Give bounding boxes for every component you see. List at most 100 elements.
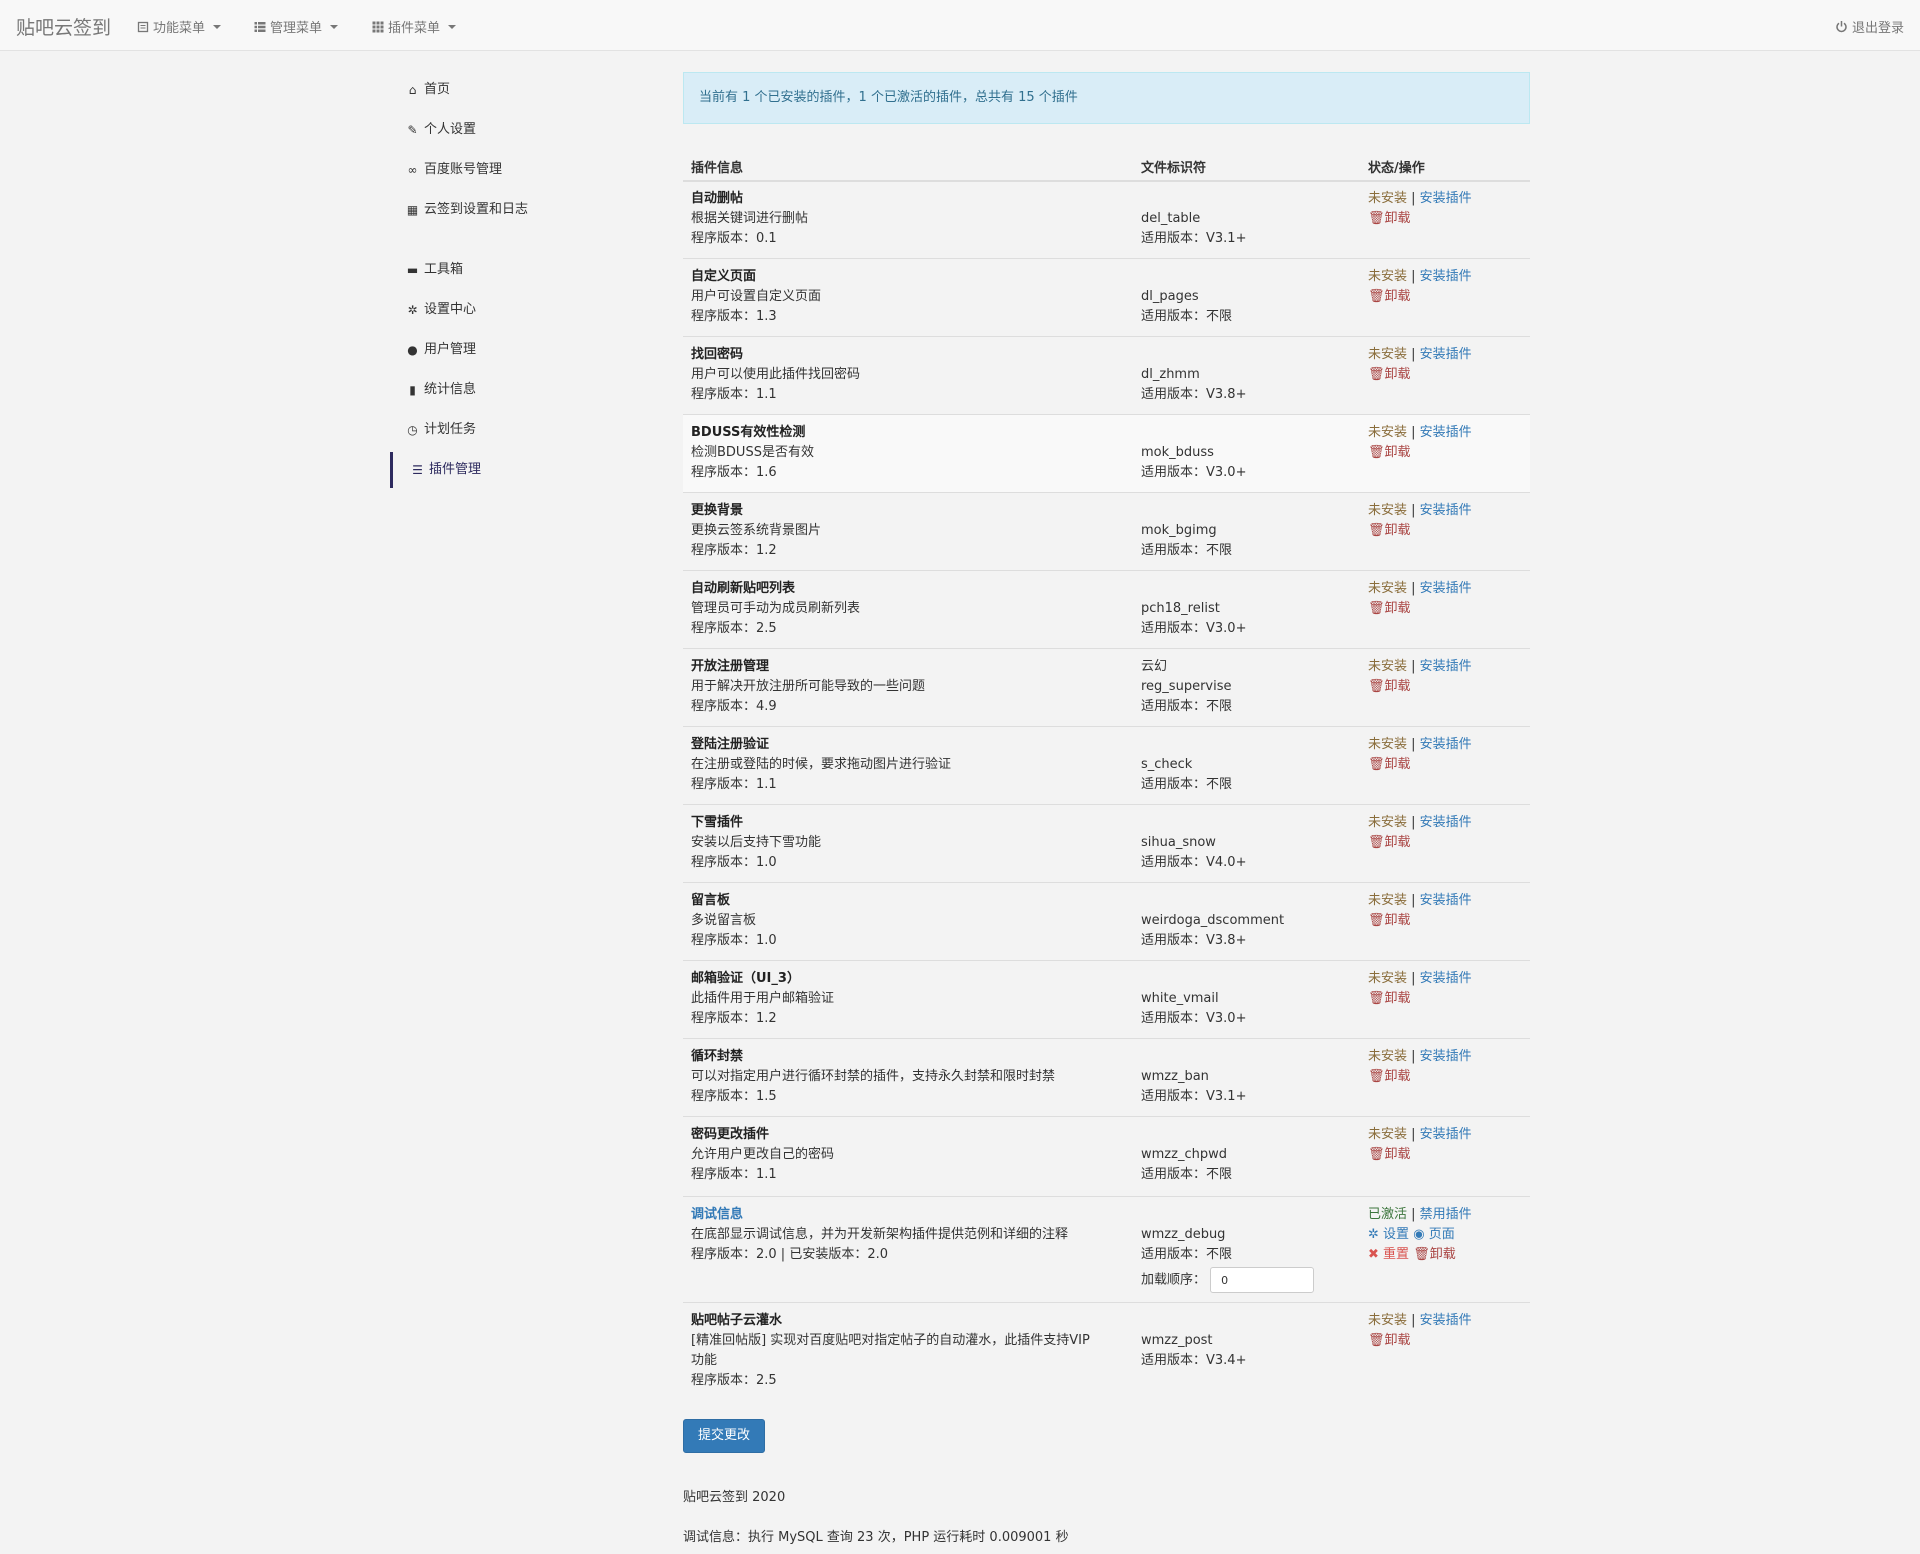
uninstall-plugin-link[interactable]: 🗑卸载	[1368, 599, 1528, 619]
install-plugin-link[interactable]: 安装插件	[1420, 269, 1472, 284]
plugin-status-cell: 未安装 | 安装插件 🗑卸载	[1368, 813, 1528, 853]
plugin-version: 程序版本：2.5	[691, 621, 777, 636]
header-status: 状态/操作	[1368, 161, 1425, 176]
install-plugin-link[interactable]: 安装插件	[1420, 503, 1472, 518]
uninstall-plugin-link[interactable]: 🗑卸载	[1368, 989, 1528, 1009]
menu-functions[interactable]: 功能菜单	[137, 17, 222, 36]
install-plugin-link[interactable]: 安装插件	[1420, 1313, 1472, 1328]
install-plugin-link[interactable]: 安装插件	[1420, 971, 1472, 986]
plugin-page-link[interactable]: ◉ 页面	[1413, 1227, 1455, 1242]
plugin-compat: 适用版本：V3.0+	[1141, 1011, 1247, 1026]
uninstall-plugin-link[interactable]: 🗑卸载	[1368, 1331, 1528, 1351]
sidebar-item-settings[interactable]: ✲ 设置中心	[390, 292, 630, 328]
header-plugin-info: 插件信息	[691, 161, 744, 176]
sidebar-item-home[interactable]: ⌂ 首页	[390, 72, 630, 108]
load-order-label: 加载顺序：	[1141, 1272, 1207, 1288]
plugin-desc: 根据关键词进行删帖	[691, 211, 809, 226]
uninstall-plugin-link[interactable]: 🗑卸载	[1368, 677, 1528, 697]
sidebar-item-label: 插件管理	[429, 462, 482, 477]
install-plugin-link[interactable]: 安装插件	[1420, 191, 1472, 206]
install-plugin-link[interactable]: 安装插件	[1420, 893, 1472, 908]
trash-icon: 🗑	[1368, 523, 1385, 538]
plugin-status-cell: 未安装 | 安装插件 🗑卸载	[1368, 501, 1528, 541]
status-not-installed: 未安装	[1368, 893, 1408, 908]
trash-icon: 🗑	[1368, 445, 1385, 460]
install-plugin-link[interactable]: 安装插件	[1420, 659, 1472, 674]
uninstall-plugin-link[interactable]: 🗑卸载	[1368, 911, 1528, 931]
status-not-installed: 未安装	[1368, 581, 1408, 596]
sidebar-item-cron[interactable]: ◷ 计划任务	[390, 412, 630, 448]
plugin-name: 开放注册管理	[691, 659, 770, 674]
install-plugin-link[interactable]: 安装插件	[1420, 581, 1472, 596]
plugin-name: 密码更改插件	[691, 1127, 770, 1142]
install-plugin-link[interactable]: 安装插件	[1420, 1049, 1472, 1064]
uninstall-label: 卸载	[1384, 601, 1411, 616]
install-plugin-link[interactable]: 安装插件	[1420, 815, 1472, 830]
plugin-desc: 管理员可手动为成员刷新列表	[691, 601, 861, 616]
list-icon: ☰	[412, 463, 423, 477]
sidebar-item-plugins[interactable]: ☰ 插件管理	[390, 452, 630, 488]
uninstall-plugin-link[interactable]: 🗑卸载	[1368, 521, 1528, 541]
plugin-settings-link[interactable]: ✲ 设置	[1368, 1227, 1409, 1242]
logout-link[interactable]: 退出登录	[1835, 17, 1904, 36]
plugin-compat: 适用版本：V3.8+	[1141, 933, 1247, 948]
plugin-desc: 更换云签系统背景图片	[691, 523, 822, 538]
table-header: 插件信息 文件标识符 状态/操作	[683, 150, 1530, 182]
sidebar-item-stats[interactable]: ▮ 统计信息	[390, 372, 630, 408]
plugin-id: wmzz_ban	[1141, 1069, 1209, 1084]
plugin-version: 程序版本：1.3	[691, 309, 777, 324]
caret-down-icon	[448, 24, 457, 29]
status-not-installed: 未安装	[1368, 269, 1408, 284]
table-row: 找回密码 用户可以使用此插件找回密码 程序版本：1.1 dl_zhmm 适用版本：V3.…	[683, 336, 1530, 414]
uninstall-plugin-link[interactable]: 🗑卸载	[1368, 209, 1528, 229]
uninstall-plugin-link[interactable]: 🗑卸载	[1368, 755, 1528, 775]
submit-changes-button[interactable]: 提交更改	[683, 1419, 765, 1453]
briefcase-icon: ▬	[406, 263, 419, 277]
load-order-input[interactable]: 0	[1210, 1267, 1315, 1293]
disable-plugin-link[interactable]: 禁用插件	[1420, 1207, 1472, 1222]
uninstall-plugin-link[interactable]: 🗑卸载	[1368, 365, 1528, 385]
uninstall-plugin-link[interactable]: 🗑卸载	[1368, 1145, 1528, 1165]
install-plugin-link[interactable]: 安装插件	[1420, 347, 1472, 362]
uninstall-plugin-link[interactable]: 🗑卸载	[1413, 1247, 1456, 1262]
sidebar-item-baidu-accounts[interactable]: ∞ 百度账号管理	[390, 152, 630, 188]
link-icon: ∞	[407, 163, 418, 177]
plugin-name[interactable]: 调试信息	[691, 1205, 1121, 1225]
install-plugin-link[interactable]: 安装插件	[1420, 1127, 1472, 1142]
plugin-compat: 适用版本：V3.0+	[1141, 621, 1247, 636]
plugin-version: 程序版本：1.1	[691, 1167, 777, 1182]
footer-copyright: 贴吧云签到 2020	[683, 1490, 786, 1505]
uninstall-plugin-link[interactable]: 🗑卸载	[1368, 287, 1528, 307]
sidebar-item-profile[interactable]: ✎ 个人设置	[390, 112, 630, 148]
install-plugin-link[interactable]: 安装插件	[1420, 737, 1472, 752]
reset-label: 重置	[1383, 1247, 1410, 1262]
eye-icon: ◉	[1413, 1227, 1425, 1242]
plugin-name: 找回密码	[691, 347, 744, 362]
plugin-status-cell: 未安装 | 安装插件 🗑卸载	[1368, 423, 1528, 463]
reset-plugin-link[interactable]: ✖ 重置	[1368, 1247, 1409, 1262]
menu-plugins[interactable]: 插件菜单	[372, 17, 457, 36]
sidebar-item-users[interactable]: ● 用户管理	[390, 332, 630, 368]
plugin-name: 更换背景	[691, 503, 744, 518]
plugin-info-cell: BDUSS有效性检测 检测BDUSS是否有效 程序版本：1.6	[691, 423, 1121, 483]
plugin-desc: 此插件用于用户邮箱验证	[691, 991, 835, 1006]
uninstall-label: 卸载	[1384, 1333, 1411, 1348]
uninstall-plugin-link[interactable]: 🗑卸载	[1368, 1067, 1528, 1087]
table-row: 邮箱验证（UI_3） 此插件用于用户邮箱验证 程序版本：1.2 white_vmail…	[683, 960, 1530, 1038]
sidebar-item-sign-settings[interactable]: ▦ 云签到设置和日志	[390, 192, 630, 228]
uninstall-plugin-link[interactable]: 🗑卸载	[1368, 443, 1528, 463]
plugin-info-cell: 登陆注册验证 在注册或登陆的时候，要求拖动图片进行验证 程序版本：1.1	[691, 735, 1121, 795]
plugin-desc: 在注册或登陆的时候，要求拖动图片进行验证	[691, 757, 952, 772]
plugin-compat: 适用版本：V4.0+	[1141, 855, 1247, 870]
uninstall-plugin-link[interactable]: 🗑卸载	[1368, 833, 1528, 853]
header-file-id: 文件标识符	[1141, 161, 1207, 176]
plugin-desc: 用户可设置自定义页面	[691, 289, 822, 304]
sidebar-item-toolbox[interactable]: ▬ 工具箱	[390, 252, 630, 288]
plugin-version: 程序版本：2.0 | 已安装版本：2.0	[691, 1247, 888, 1262]
status-not-installed: 未安装	[1368, 425, 1408, 440]
plugin-id: wmzz_post	[1141, 1333, 1213, 1348]
brand-logo[interactable]: 贴吧云签到	[16, 13, 111, 40]
plugin-id: weirdoga_dscomment	[1141, 913, 1285, 928]
menu-admin[interactable]: 管理菜单	[254, 17, 339, 36]
install-plugin-link[interactable]: 安装插件	[1420, 425, 1472, 440]
